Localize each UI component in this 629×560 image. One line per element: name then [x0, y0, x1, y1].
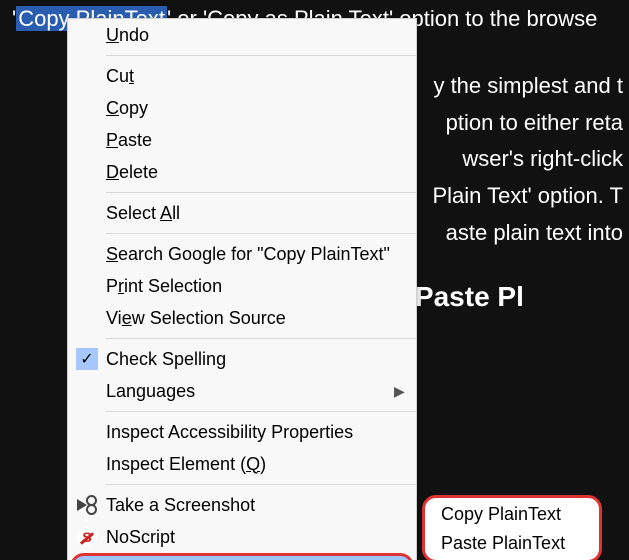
menu-item-label: Cut — [106, 66, 404, 87]
noscript-icon: S — [77, 527, 97, 547]
menu-item-label: Inspect Accessibility Properties — [106, 422, 404, 443]
menu-item-select-all[interactable]: Select All — [68, 197, 416, 229]
menu-item-label: Copy — [106, 98, 404, 119]
menu-item-languages[interactable]: Languages ▶ — [68, 375, 416, 407]
copy-plaintext-submenu: Copy PlainText Paste PlainText — [422, 495, 602, 560]
menu-separator — [106, 55, 416, 56]
menu-item-label: Print Selection — [106, 276, 404, 297]
menu-separator — [106, 338, 416, 339]
menu-item-print-selection[interactable]: Print Selection — [68, 270, 416, 302]
submenu-item-copy-plaintext[interactable]: Copy PlainText — [425, 500, 599, 529]
menu-item-label: Search Google for "Copy PlainText" — [106, 244, 404, 265]
menu-item-view-selection-source[interactable]: View Selection Source — [68, 302, 416, 334]
checkmark-icon — [68, 343, 106, 375]
menu-item-label: Select All — [106, 203, 404, 224]
menu-separator — [106, 411, 416, 412]
menu-item-search-google[interactable]: Search Google for "Copy PlainText" — [68, 238, 416, 270]
menu-item-cut[interactable]: Cut — [68, 60, 416, 92]
submenu-arrow-icon: ▶ — [394, 383, 404, 400]
menu-item-label: Paste — [106, 130, 404, 151]
menu-item-label: Delete — [106, 162, 404, 183]
menu-item-inspect-accessibility[interactable]: Inspect Accessibility Properties — [68, 416, 416, 448]
menu-separator — [106, 233, 416, 234]
menu-item-label: NoScript — [106, 527, 404, 548]
menu-item-copy-plaintext[interactable]: Copy PlainText ▶ — [70, 553, 414, 560]
menu-item-label: Inspect Element (Q) — [106, 454, 404, 475]
menu-item-take-screenshot[interactable]: Take a Screenshot — [68, 489, 416, 521]
context-menu: Undo Cut Copy Paste Delete Select All Se… — [67, 18, 417, 560]
menu-item-label: Take a Screenshot — [106, 495, 404, 516]
menu-item-label: View Selection Source — [106, 308, 404, 329]
menu-item-label: Languages — [106, 381, 394, 402]
menu-separator — [106, 484, 416, 485]
menu-item-label: Check Spelling — [106, 349, 404, 370]
menu-item-inspect-element[interactable]: Inspect Element (Q) — [68, 448, 416, 480]
menu-item-copy[interactable]: Copy — [68, 92, 416, 124]
menu-separator — [106, 192, 416, 193]
menu-item-noscript[interactable]: S NoScript — [68, 521, 416, 553]
menu-item-delete[interactable]: Delete — [68, 156, 416, 188]
menu-item-check-spelling[interactable]: Check Spelling — [68, 343, 416, 375]
menu-item-label: Undo — [106, 25, 404, 46]
scissors-icon — [77, 495, 97, 515]
submenu-item-paste-plaintext[interactable]: Paste PlainText — [425, 529, 599, 558]
menu-item-undo[interactable]: Undo — [68, 19, 416, 51]
menu-item-paste[interactable]: Paste — [68, 124, 416, 156]
